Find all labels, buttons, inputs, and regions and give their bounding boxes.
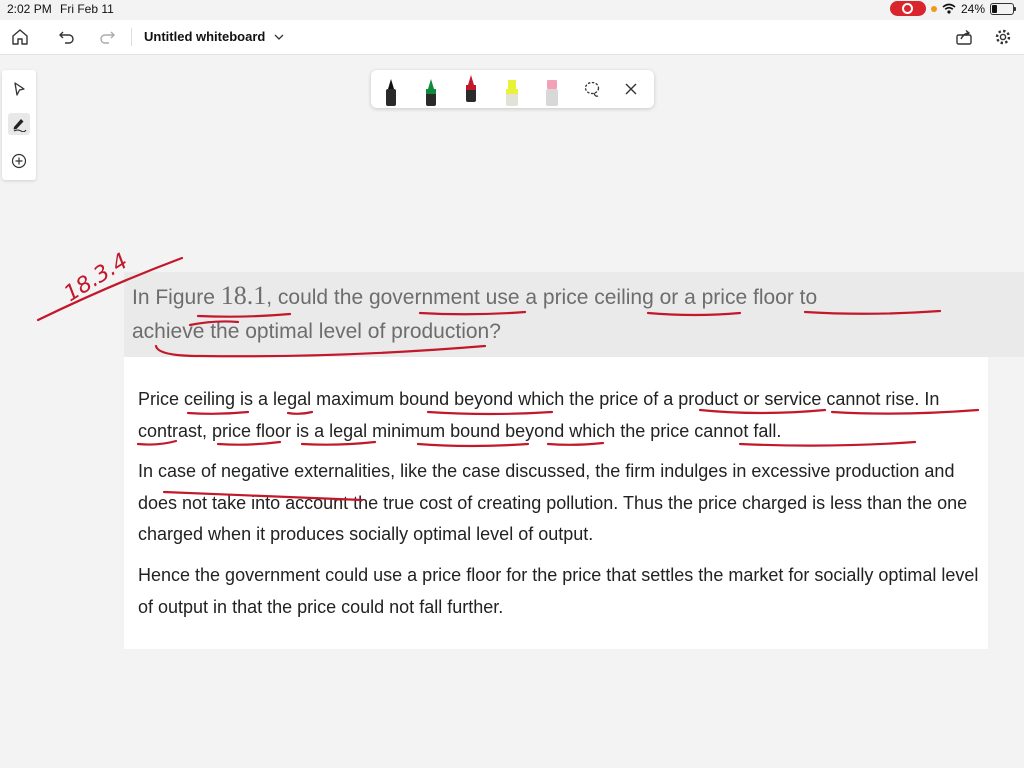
question-text: In Figure 18.1, could the government use… [124, 272, 1024, 357]
question-rest: , could the government use a price ceili… [266, 286, 818, 309]
question-line-2: achieve the optimal level of production? [132, 320, 501, 343]
whiteboard-title[interactable]: Untitled whiteboard [144, 29, 265, 44]
redo-icon[interactable] [96, 26, 118, 48]
battery-percent: 24% [960, 1, 985, 16]
question-line-1: In Figure 18.1, could the government use… [132, 278, 817, 316]
figure-number: 18.1 [220, 281, 267, 310]
select-pointer-icon[interactable] [8, 78, 30, 100]
green-pen-icon[interactable] [420, 76, 442, 106]
status-time: 2:02 PM [7, 2, 52, 16]
home-icon[interactable] [9, 26, 31, 48]
handwritten-label: 18.3.4 [60, 249, 133, 307]
eraser-icon[interactable] [541, 76, 563, 106]
yellow-highlighter-icon[interactable] [501, 76, 523, 106]
screen-record-icon[interactable] [889, 1, 926, 16]
black-pen-icon[interactable] [380, 76, 402, 106]
answer-paragraph-3: Hence the government could use a price f… [138, 565, 979, 617]
status-indicators: 24% [889, 1, 1016, 16]
toolbar-divider [131, 28, 132, 46]
answer-paragraph-2: In case of negative externalities, like … [138, 461, 968, 544]
answer-paragraph-1: Price ceiling is a legal maximum bound b… [138, 389, 940, 441]
mic-indicator-icon [930, 5, 937, 12]
share-icon[interactable] [953, 26, 975, 48]
inking-pen-icon[interactable] [8, 113, 30, 135]
status-date: Fri Feb 11 [60, 2, 114, 16]
question-lead: In Figure [132, 286, 221, 309]
settings-gear-icon[interactable] [992, 26, 1014, 48]
wifi-icon [942, 3, 956, 14]
app-toolbar: Untitled whiteboard [0, 20, 1024, 55]
undo-icon[interactable] [56, 26, 78, 48]
close-icon[interactable] [623, 81, 639, 97]
red-pen-icon[interactable] [460, 72, 482, 102]
left-tool-rail [2, 70, 36, 180]
answer-panel: Price ceiling is a legal maximum bound b… [124, 357, 988, 649]
pen-tray [371, 70, 654, 108]
status-bar: 2:02 PM Fri Feb 11 24% [0, 0, 1024, 18]
chevron-down-icon[interactable] [268, 26, 290, 48]
lasso-select-icon[interactable] [582, 79, 602, 99]
add-plus-icon[interactable] [8, 150, 30, 172]
battery-icon [990, 2, 1016, 15]
